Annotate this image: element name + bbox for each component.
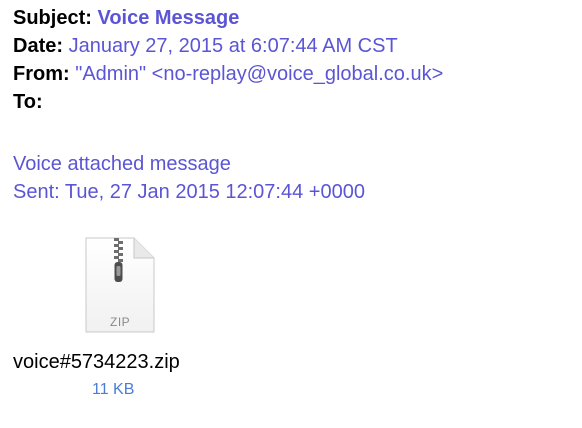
- to-row: To:: [13, 88, 443, 116]
- email-body: Voice attached message Sent: Tue, 27 Jan…: [13, 150, 365, 206]
- attachment-size: 11 KB: [92, 381, 135, 398]
- date-row: Date: January 27, 2015 at 6:07:44 AM CST: [13, 32, 443, 60]
- from-label: From:: [13, 63, 70, 85]
- date-label: Date:: [13, 35, 64, 57]
- body-line-1: Voice attached message: [13, 153, 231, 175]
- from-value[interactable]: "Admin" <no-replay@voice_global.co.uk>: [75, 63, 443, 85]
- attachment-filename[interactable]: voice#5734223.zip: [13, 348, 180, 376]
- date-value: January 27, 2015 at 6:07:44 AM CST: [68, 35, 398, 57]
- zip-icon-label: ZIP: [110, 315, 130, 329]
- zip-file-icon[interactable]: ZIP: [82, 236, 158, 336]
- to-label: To:: [13, 91, 43, 113]
- from-row: From: "Admin" <no-replay@voice_global.co…: [13, 60, 443, 88]
- subject-label: Subject:: [13, 7, 92, 29]
- subject-row: Subject: Voice Message: [13, 4, 443, 32]
- body-line-2: Sent: Tue, 27 Jan 2015 12:07:44 +0000: [13, 181, 365, 203]
- email-headers: Subject: Voice Message Date: January 27,…: [13, 4, 443, 116]
- subject-value: Voice Message: [97, 7, 240, 29]
